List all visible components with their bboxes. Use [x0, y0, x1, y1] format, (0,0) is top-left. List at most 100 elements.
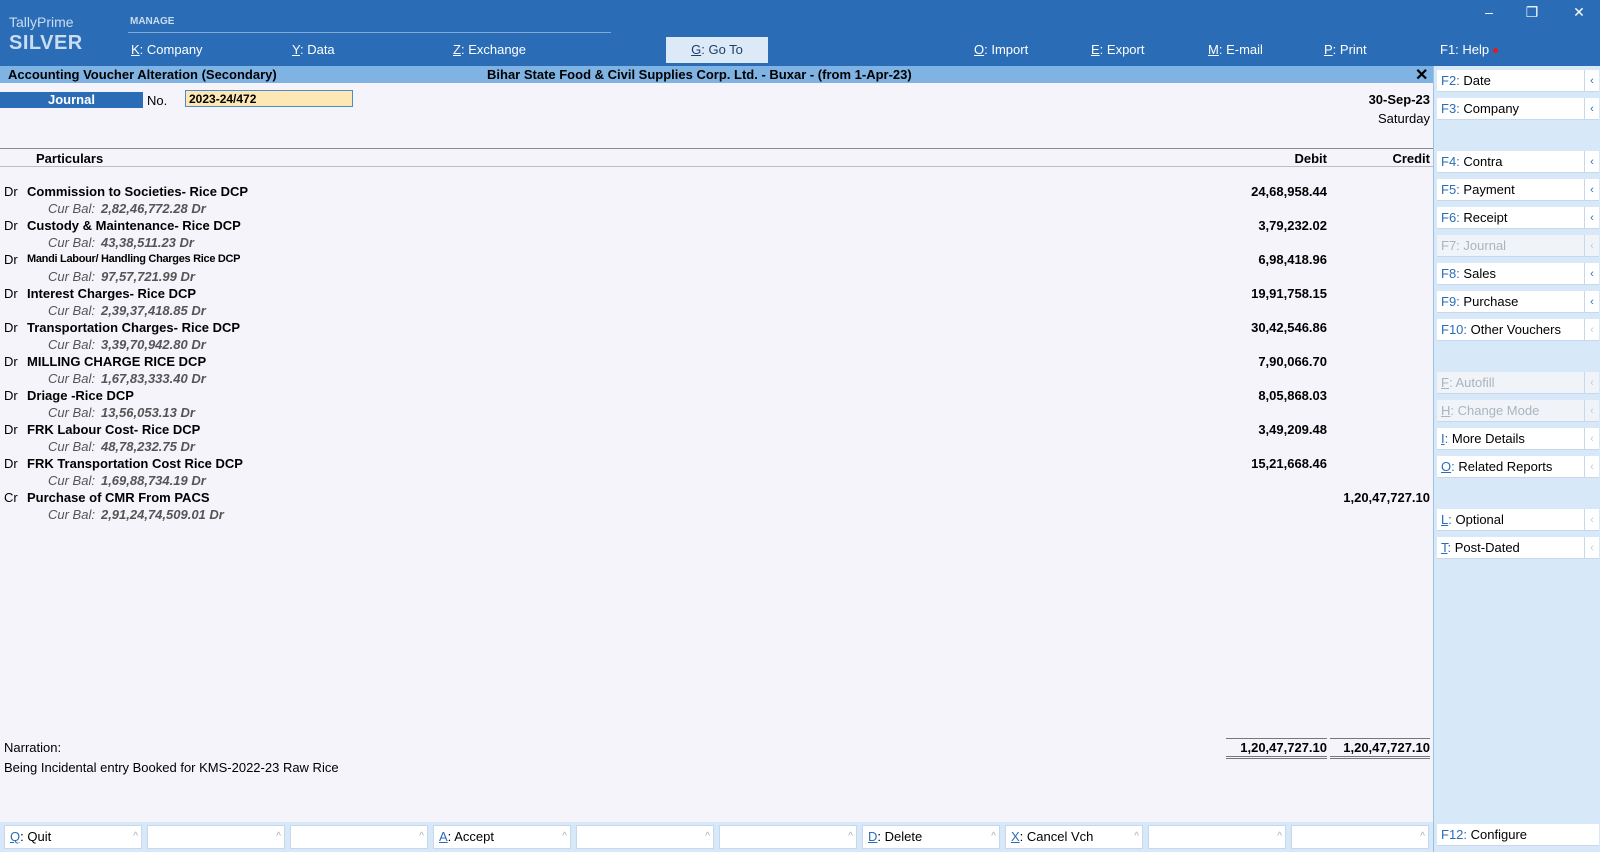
- entry-debit[interactable]: 3,49,209.48: [1258, 422, 1327, 437]
- post-dated-button[interactable]: T: Post-Dated ‹: [1437, 537, 1599, 559]
- entry-ledger[interactable]: Interest Charges- Rice DCP: [27, 286, 196, 301]
- entry-drcr: Dr: [4, 218, 18, 233]
- purchase-button[interactable]: F9: Purchase ‹: [1437, 291, 1599, 313]
- minimize-icon[interactable]: –: [1476, 2, 1502, 22]
- entry-debit[interactable]: 6,98,418.96: [1258, 252, 1327, 267]
- menu-export[interactable]: E: Export: [1091, 42, 1144, 57]
- menu-import[interactable]: O: Import: [974, 42, 1028, 57]
- notification-dot-icon: [1493, 48, 1499, 54]
- entry-ledger[interactable]: Mandi Labour/ Handling Charges Rice DCP: [27, 253, 241, 265]
- entry-drcr: Dr: [4, 320, 18, 335]
- delete-button[interactable]: D: Delete ^: [862, 825, 1000, 849]
- entry-debit[interactable]: 7,90,066.70: [1258, 354, 1327, 369]
- caret-up-icon: ^: [991, 831, 996, 842]
- menu-exchange[interactable]: Z: Exchange: [453, 42, 526, 57]
- menu-help[interactable]: F1: Help: [1440, 42, 1499, 57]
- caret-up-icon: ^: [419, 831, 424, 842]
- ledger-entry[interactable]: Dr Driage -Rice DCP Cur Bal: 13,56,053.13…: [0, 388, 1433, 422]
- other-vouchers-button[interactable]: F10: Other Vouchers ‹: [1437, 319, 1599, 341]
- ledger-entry[interactable]: Dr Interest Charges- Rice DCP Cur Bal: 2,…: [0, 286, 1433, 320]
- voucher-number-field[interactable]: 2023-24/472: [185, 90, 353, 107]
- entry-debit[interactable]: 19,91,758.15: [1251, 286, 1327, 301]
- company-button[interactable]: F3: Company ‹: [1437, 98, 1599, 120]
- voucher-day: Saturday: [1377, 111, 1430, 126]
- entry-ledger[interactable]: Driage -Rice DCP: [27, 388, 134, 403]
- column-particulars: Particulars: [36, 151, 104, 166]
- ledger-entry[interactable]: Dr Commission to Societies- Rice DCP Cur…: [0, 184, 1433, 218]
- app-name: TallyPrime: [9, 14, 74, 30]
- bottom-slot-empty: ^: [1148, 825, 1286, 849]
- related-reports-button[interactable]: O: Related Reports ‹: [1437, 456, 1599, 478]
- entry-debit[interactable]: 24,68,958.44: [1251, 184, 1327, 199]
- menu-group-label: MANAGE: [130, 16, 175, 27]
- date-button[interactable]: F2: Date ‹: [1437, 70, 1599, 92]
- contra-button[interactable]: F4: Contra ‹: [1437, 151, 1599, 173]
- payment-button[interactable]: F5: Payment ‹: [1437, 179, 1599, 201]
- ledger-entry[interactable]: Dr Custody & Maintenance- Rice DCP Cur B…: [0, 218, 1433, 252]
- total-credit: 1,20,47,727.10: [1330, 738, 1430, 759]
- cancel-voucher-button[interactable]: X: Cancel Vch ^: [1005, 825, 1143, 849]
- configure-button[interactable]: F12: Configure: [1437, 824, 1599, 846]
- sales-button[interactable]: F8: Sales ‹: [1437, 263, 1599, 285]
- caret-up-icon: ^: [1134, 831, 1139, 842]
- bottom-button-bar: Q: Quit ^ ^ ^ A: Accept ^ ^ ^ D: Delete ^ X…: [0, 822, 1433, 852]
- caret-up-icon: ^: [133, 831, 138, 842]
- chevron-left-icon: ‹: [1584, 400, 1599, 422]
- entry-debit[interactable]: 8,05,868.03: [1258, 388, 1327, 403]
- bottom-slot-empty: ^: [1291, 825, 1429, 849]
- menu-goto[interactable]: G: Go To: [666, 37, 768, 63]
- ledger-entry[interactable]: Dr FRK Transportation Cost Rice DCP Cur …: [0, 456, 1433, 490]
- restore-icon[interactable]: ❐: [1519, 2, 1545, 22]
- entry-ledger[interactable]: Transportation Charges- Rice DCP: [27, 320, 240, 335]
- chevron-left-icon: ‹: [1584, 70, 1599, 92]
- menu-group-divider: [128, 32, 611, 33]
- autofill-button[interactable]: F: Autofill ‹: [1437, 372, 1599, 394]
- voucher-date[interactable]: 30-Sep-23: [1369, 92, 1430, 107]
- screen-title-bar: Accounting Voucher Alteration (Secondary…: [0, 65, 1433, 85]
- entry-ledger[interactable]: FRK Labour Cost- Rice DCP: [27, 422, 200, 437]
- chevron-left-icon: ‹: [1584, 537, 1599, 559]
- entry-drcr: Dr: [4, 456, 18, 471]
- change-mode-button[interactable]: H: Change Mode ‹: [1437, 400, 1599, 422]
- ledger-entry[interactable]: Dr FRK Labour Cost- Rice DCP Cur Bal: 48,…: [0, 422, 1433, 456]
- entry-cur-bal: Cur Bal: 1,67,83,333.40 Dr: [48, 371, 206, 386]
- entry-ledger[interactable]: Commission to Societies- Rice DCP: [27, 184, 248, 199]
- chevron-left-icon: ‹: [1584, 151, 1599, 173]
- close-screen-icon[interactable]: ✕: [1415, 65, 1428, 85]
- menu-email[interactable]: M: E-mail: [1208, 42, 1263, 57]
- ledger-entry[interactable]: Dr MILLING CHARGE RICE DCP Cur Bal: 1,67,…: [0, 354, 1433, 388]
- entry-cur-bal: Cur Bal: 3,39,70,942.80 Dr: [48, 337, 206, 352]
- entry-drcr: Dr: [4, 388, 18, 403]
- entry-cur-bal: Cur Bal: 1,69,88,734.19 Dr: [48, 473, 206, 488]
- entry-ledger[interactable]: FRK Transportation Cost Rice DCP: [27, 456, 243, 471]
- menu-company[interactable]: K: Company: [131, 42, 203, 57]
- optional-button[interactable]: L: Optional ‹: [1437, 509, 1599, 531]
- entry-drcr: Dr: [4, 286, 18, 301]
- entry-debit[interactable]: 3,79,232.02: [1258, 218, 1327, 233]
- ledger-entry[interactable]: Dr Mandi Labour/ Handling Charges Rice D…: [0, 252, 1433, 286]
- menu-data[interactable]: Y: Data: [292, 42, 335, 57]
- entry-drcr: Dr: [4, 184, 18, 199]
- ledger-entry[interactable]: Cr Purchase of CMR From PACS Cur Bal: 2,9…: [0, 490, 1433, 524]
- menu-print[interactable]: P: Print: [1324, 42, 1367, 57]
- entry-drcr: Dr: [4, 252, 18, 267]
- chevron-left-icon: ‹: [1584, 319, 1599, 341]
- entry-debit[interactable]: 30,42,546.86: [1251, 320, 1327, 335]
- voucher-type[interactable]: Journal: [0, 92, 143, 108]
- entry-credit[interactable]: 1,20,47,727.10: [1343, 490, 1430, 505]
- receipt-button[interactable]: F6: Receipt ‹: [1437, 207, 1599, 229]
- close-window-icon[interactable]: ✕: [1566, 2, 1592, 22]
- entry-ledger[interactable]: MILLING CHARGE RICE DCP: [27, 354, 206, 369]
- entry-debit[interactable]: 15,21,668.46: [1251, 456, 1327, 471]
- column-debit: Debit: [1294, 151, 1328, 166]
- more-details-button[interactable]: I: More Details ‹: [1437, 428, 1599, 450]
- caret-up-icon: ^: [1420, 831, 1425, 842]
- entry-ledger[interactable]: Purchase of CMR From PACS: [27, 490, 210, 505]
- accept-button[interactable]: A: Accept ^: [433, 825, 571, 849]
- entry-ledger[interactable]: Custody & Maintenance- Rice DCP: [27, 218, 241, 233]
- narration-field[interactable]: Being Incidental entry Booked for KMS-20…: [4, 760, 339, 775]
- quit-button[interactable]: Q: Quit ^: [4, 825, 142, 849]
- screen-title: Accounting Voucher Alteration (Secondary…: [8, 67, 277, 82]
- journal-button[interactable]: F7: Journal ‹: [1437, 235, 1599, 257]
- ledger-entry[interactable]: Dr Transportation Charges- Rice DCP Cur …: [0, 320, 1433, 354]
